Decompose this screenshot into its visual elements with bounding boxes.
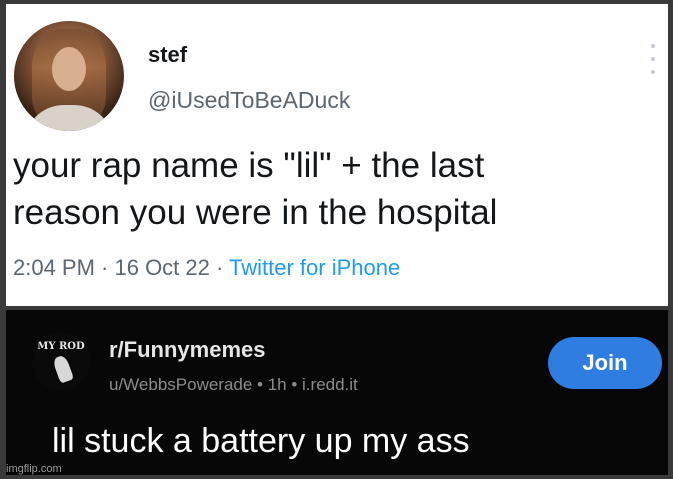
tweet-text-line-1: your rap name is "lil" + the last: [13, 146, 485, 185]
tweet-author-name[interactable]: stef: [148, 42, 187, 68]
tweet-text-line-2: reason you were in the hospital: [13, 193, 498, 232]
subreddit-icon-text: MY ROD: [37, 341, 85, 352]
tweet-meta: 2:04 PM · 16 Oct 22 · Twitter for iPhone: [13, 254, 400, 282]
join-button[interactable]: Join: [548, 337, 662, 389]
avatar-face: [52, 47, 86, 91]
reddit-post-header: MY ROD r/Funnymemes u/WebbsPowerade • 1h…: [6, 310, 668, 475]
subreddit-name[interactable]: r/Funnymemes: [109, 337, 266, 363]
subreddit-icon[interactable]: MY ROD: [32, 332, 90, 390]
profile-avatar[interactable]: [14, 21, 124, 131]
subreddit-icon-figure: [51, 354, 75, 384]
imgflip-watermark: imgflip.com: [6, 463, 62, 475]
tweet-author-handle[interactable]: @iUsedToBeADuck: [148, 86, 350, 114]
tweet-card: stef @iUsedToBeADuck your rap name is "l…: [6, 4, 668, 306]
tweet-source-link[interactable]: Twitter for iPhone: [229, 255, 400, 280]
tweet-text: your rap name is "lil" + the last reason…: [13, 142, 663, 236]
meme-image: stef @iUsedToBeADuck your rap name is "l…: [0, 0, 673, 479]
more-options-icon[interactable]: [650, 44, 656, 74]
tweet-timestamp: 2:04 PM · 16 Oct 22 ·: [13, 255, 230, 280]
meme-caption: lil stuck a battery up my ass: [52, 422, 470, 460]
post-meta: u/WebbsPowerade • 1h • i.redd.it: [109, 375, 358, 394]
